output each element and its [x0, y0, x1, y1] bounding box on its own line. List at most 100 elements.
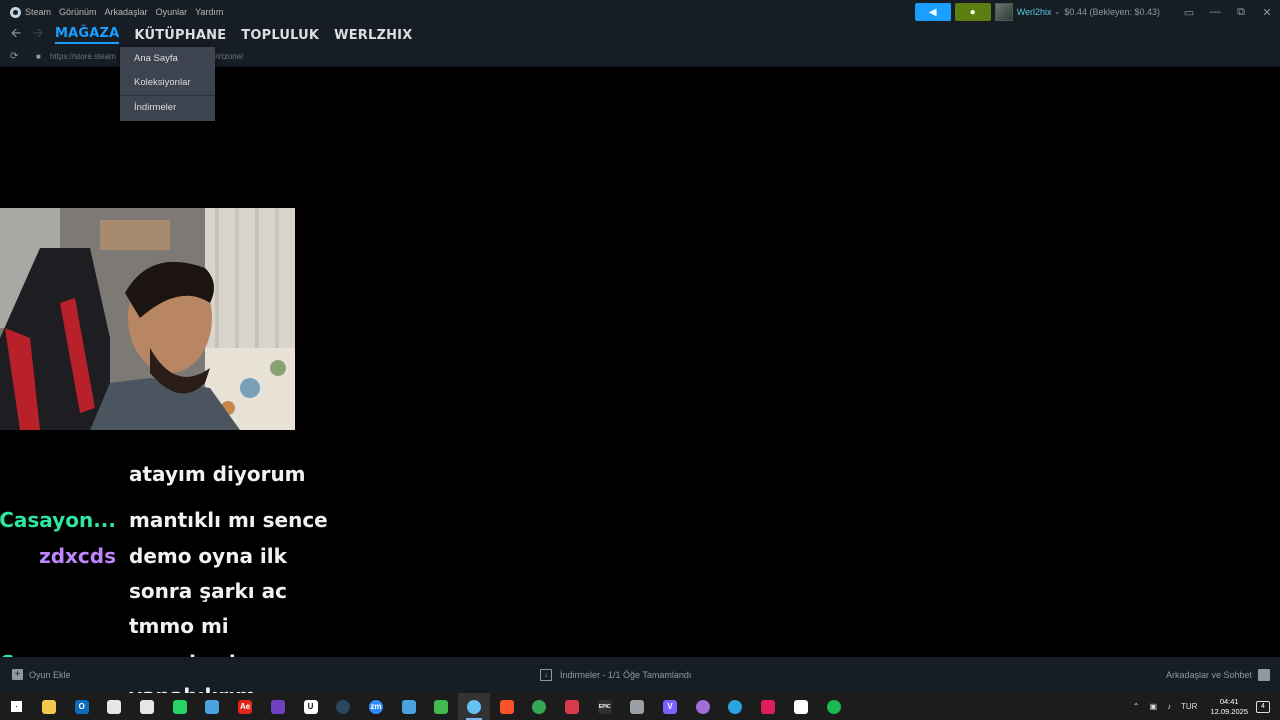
chat-message: atayım diyorum: [129, 462, 306, 486]
monitor-icon: [205, 699, 220, 714]
taskbar-app-button[interactable]: [752, 693, 785, 720]
dropdown-item-home[interactable]: Ana Sayfa: [120, 47, 215, 71]
minimize-button[interactable]: —: [1202, 0, 1228, 24]
taskbar-app-button[interactable]: [98, 693, 131, 720]
clock[interactable]: 04:41 12.09.2025: [1210, 697, 1248, 717]
taskbar-app-button[interactable]: [719, 693, 752, 720]
taskbar-app-button[interactable]: O: [65, 693, 98, 720]
taskbar-app-button[interactable]: V: [654, 693, 687, 720]
chat-username: Casayon...: [0, 508, 116, 532]
taskbar-app-button[interactable]: [392, 693, 425, 720]
chat-line: atayım diyorum: [0, 462, 340, 490]
obs-icon: [695, 699, 710, 714]
steam-icon: [336, 699, 351, 714]
chevron-up-icon[interactable]: ⌃: [1133, 702, 1140, 711]
menu-friends-label: Arkadaşlar: [104, 7, 148, 17]
steam-window: Steam Görünüm Arkadaşlar Oyunlar Yardım …: [0, 0, 1280, 720]
forward-arrow-icon[interactable]: 🡪: [27, 24, 49, 46]
notepad-icon: [107, 699, 122, 714]
app-icon: [270, 699, 285, 714]
notifications-button[interactable]: ●: [954, 3, 991, 21]
zoom-icon: zm: [368, 699, 383, 714]
nav-profile[interactable]: WERLZHIX: [334, 28, 412, 43]
taskbar-app-button[interactable]: [327, 693, 360, 720]
back-arrow-icon[interactable]: 🡨: [5, 24, 27, 46]
menu-help-label: Yardım: [195, 7, 224, 17]
capcut-icon: [793, 699, 808, 714]
chat-line: tmmo mi: [0, 606, 340, 642]
webcam-feed-image: [0, 208, 295, 430]
language-indicator[interactable]: TUR: [1181, 702, 1197, 711]
dropdown-item-downloads[interactable]: İndirmeler: [120, 95, 215, 119]
url-text-start[interactable]: https://store.steam: [50, 52, 116, 61]
record-icon: [565, 699, 580, 714]
lock-icon: ■: [36, 51, 41, 61]
taskbar-app-button[interactable]: [33, 693, 66, 720]
taskbar-app-button[interactable]: [556, 693, 589, 720]
clock-date: 12.09.2025: [1210, 706, 1248, 716]
reload-icon[interactable]: ⟳: [10, 51, 26, 62]
menu-steam[interactable]: Steam: [0, 6, 55, 18]
vegas-icon: V: [663, 699, 678, 714]
chevron-down-icon[interactable]: ⌄: [1055, 8, 1061, 16]
account-username[interactable]: Werl2hix: [1017, 7, 1052, 17]
taskbar-app-button[interactable]: [425, 693, 458, 720]
taskbar-app-button[interactable]: [0, 693, 33, 720]
taskbar-app-button[interactable]: [686, 693, 719, 720]
dropdown-item-collections[interactable]: Koleksiyonlar: [120, 71, 215, 95]
webcam-overlay: [0, 208, 295, 430]
friends-chat-label: Arkadaşlar ve Sohbet: [1165, 670, 1252, 680]
volume-icon[interactable]: ♪: [1167, 702, 1171, 711]
menu-view-label: Görünüm: [59, 7, 97, 17]
menu-help[interactable]: Yardım: [191, 7, 227, 17]
spotify-icon: [826, 699, 841, 714]
monitor-icon: ▭: [1183, 6, 1195, 19]
chat-message: sonra şarkı ac: [129, 579, 287, 603]
taskbar-app-button[interactable]: [621, 693, 654, 720]
taskbar-app-button[interactable]: Ae: [229, 693, 262, 720]
nav-community[interactable]: TOPLULUK: [241, 28, 319, 43]
taskbar-app-button[interactable]: [490, 693, 523, 720]
taskbar-app-button[interactable]: [131, 693, 164, 720]
announcements-button[interactable]: ◀: [914, 3, 951, 21]
download-icon: ↓: [540, 669, 552, 681]
wallet-balance: $0.44 (Bekleyen: $0.43): [1064, 7, 1160, 17]
close-button[interactable]: ✕: [1254, 0, 1280, 24]
menu-games[interactable]: Oyunlar: [152, 7, 192, 17]
taskbar-app-button[interactable]: EPIC: [588, 693, 621, 720]
taskbar-app-button[interactable]: U: [294, 693, 327, 720]
spark-icon: [434, 699, 449, 714]
nav-library[interactable]: KÜTÜPHANE: [134, 28, 226, 43]
menu-friends[interactable]: Arkadaşlar: [101, 7, 152, 17]
taskbar-app-button[interactable]: [196, 693, 229, 720]
taskbar-app-button[interactable]: [817, 693, 850, 720]
friends-chat-button[interactable]: Arkadaşlar ve Sohbet: [1166, 669, 1270, 681]
chat-line: sonra şarkı ac: [0, 571, 340, 607]
nav-store[interactable]: MAĞAZA: [55, 26, 120, 44]
big-picture-button[interactable]: ▭: [1176, 0, 1202, 24]
menu-bar: Steam Görünüm Arkadaşlar Oyunlar Yardım …: [0, 0, 1280, 24]
downloads-status-button[interactable]: ↓ İndirmeler - 1/1 Öğe Tamamlandı: [540, 669, 691, 681]
menu-view[interactable]: Görünüm: [55, 7, 101, 17]
restore-button[interactable]: ⧉: [1228, 0, 1254, 24]
chat-line: Casayon... mantıklı mı sence: [0, 500, 340, 536]
taskbar-app-button[interactable]: [785, 693, 818, 720]
avatar[interactable]: [994, 3, 1013, 21]
add-game-label: Oyun Ekle: [29, 669, 71, 680]
notification-center-button[interactable]: 4: [1256, 700, 1270, 713]
taskbar-app-button[interactable]: [163, 693, 196, 720]
taskbar-app-button[interactable]: [523, 693, 556, 720]
network-icon[interactable]: ▣: [1149, 702, 1157, 711]
menu-steam-label: Steam: [25, 7, 52, 17]
friends-icon: [1258, 669, 1270, 681]
window-icon: [401, 699, 416, 714]
brave-icon: [499, 699, 514, 714]
megaphone-icon: ◀: [928, 6, 937, 18]
chrome-icon: [532, 699, 547, 714]
chat-line: zdxcds demo oyna ilk: [0, 536, 340, 572]
taskbar-app-button[interactable]: [457, 693, 491, 720]
telegram-icon: [728, 699, 743, 714]
taskbar-app-button[interactable]: [262, 693, 295, 720]
epic-games-icon: EPIC: [597, 699, 612, 714]
taskbar-app-button[interactable]: zm: [360, 693, 393, 720]
